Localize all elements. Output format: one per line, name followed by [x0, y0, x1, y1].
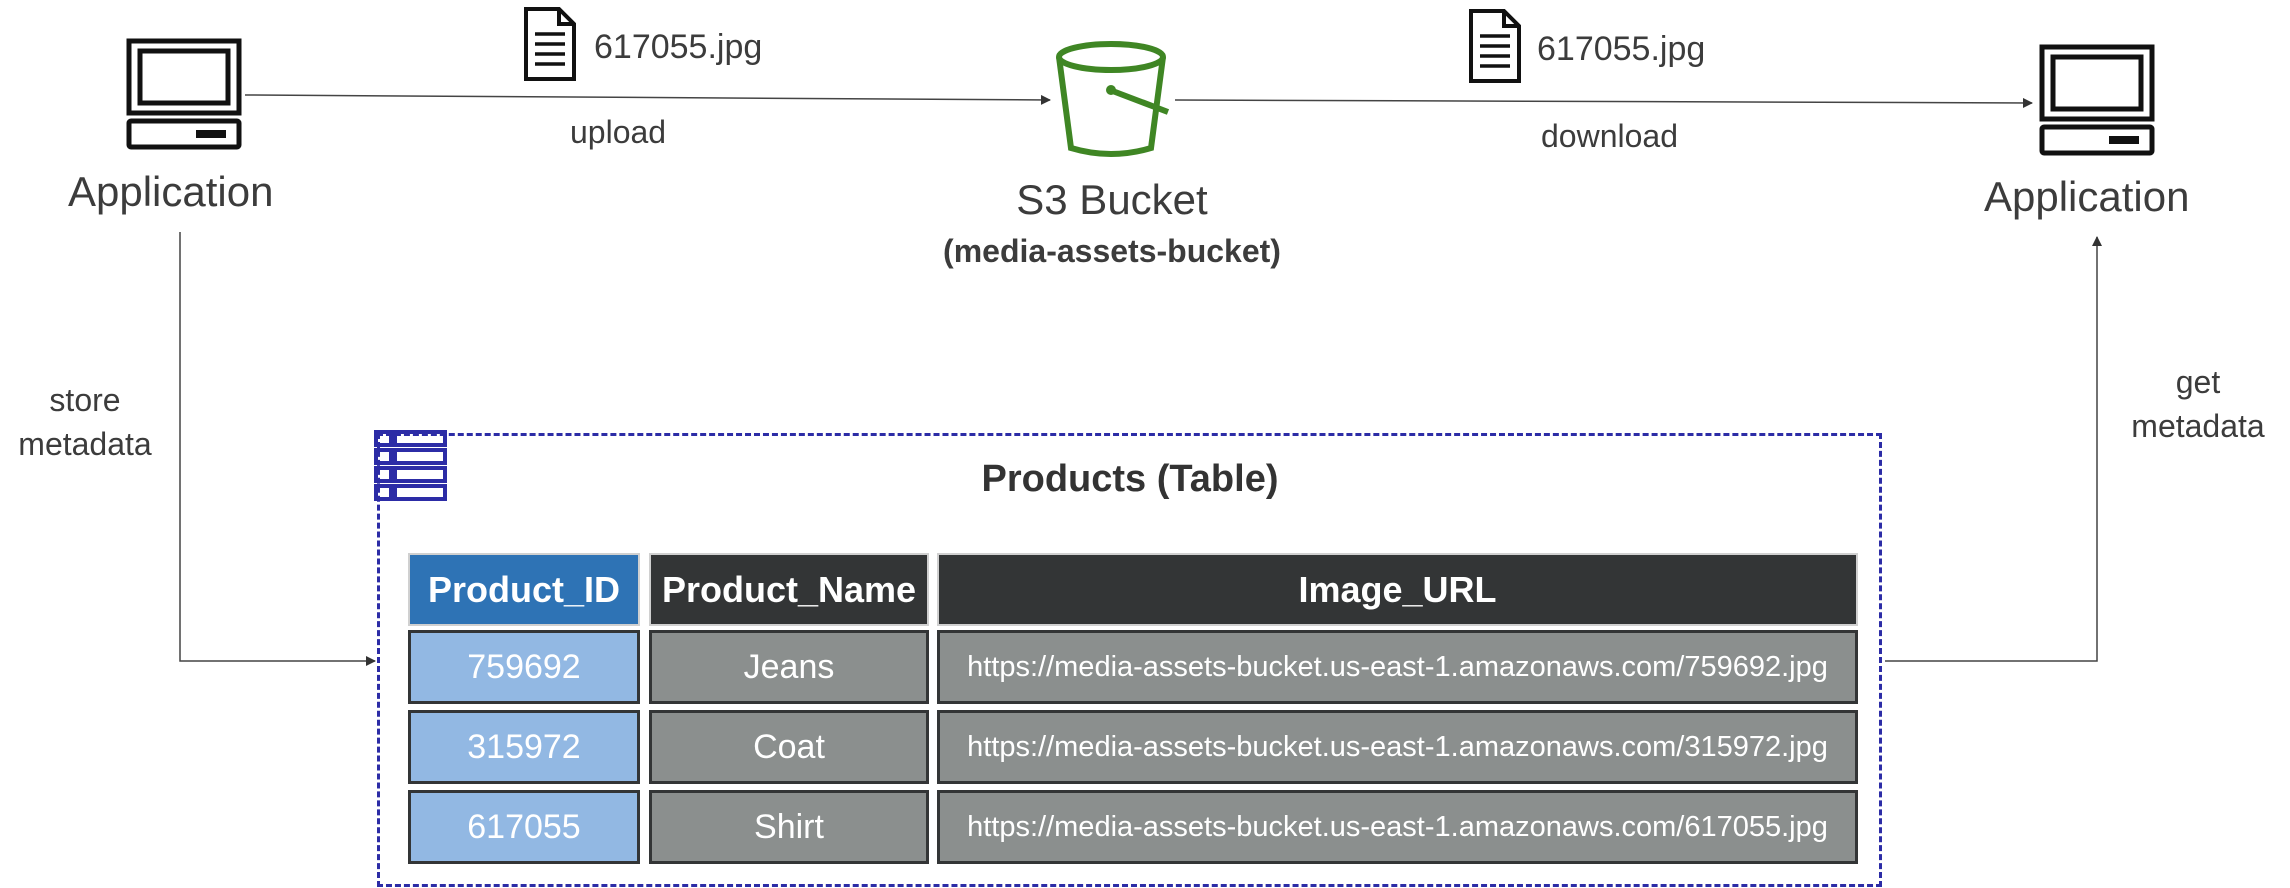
- store-metadata-line2: metadata: [18, 426, 152, 462]
- left-application-label: Application: [68, 168, 274, 215]
- download-file-name: 617055.jpg: [1537, 30, 1706, 68]
- get-metadata-arrow: [1885, 236, 2102, 662]
- header-product-name: Product_Name: [649, 553, 929, 626]
- header-image-url: Image_URL: [937, 553, 1858, 626]
- document-icon: [1469, 9, 1521, 83]
- upload-arrow: [244, 94, 1051, 105]
- get-metadata-line2: metadata: [2131, 408, 2265, 444]
- upload-file-name: 617055.jpg: [594, 28, 763, 66]
- store-metadata-arrow: [179, 232, 376, 666]
- get-metadata-label: get metadata: [2118, 360, 2278, 448]
- store-metadata-label: store metadata: [2, 378, 168, 466]
- document-icon: [524, 7, 576, 81]
- upload-label: upload: [570, 114, 667, 150]
- get-metadata-line1: get: [2175, 364, 2221, 400]
- table-title: Products (Table): [981, 458, 1279, 500]
- bucket-title: S3 Bucket: [1016, 176, 1208, 223]
- computer-icon: [2039, 44, 2155, 156]
- computer-icon: [126, 38, 242, 150]
- table-cell-product-name: Shirt: [649, 790, 929, 864]
- bucket-name: (media-assets-bucket): [943, 233, 1281, 269]
- table-cell-product-name: Coat: [649, 710, 929, 784]
- table-cell-product-id: 617055: [408, 790, 640, 864]
- header-product-id: Product_ID: [408, 553, 640, 626]
- table-cell-product-id: 315972: [408, 710, 640, 784]
- table-cell-product-id: 759692: [408, 630, 640, 704]
- table-cell-product-name: Jeans: [649, 630, 929, 704]
- store-metadata-line1: store: [49, 382, 121, 418]
- download-arrow: [1174, 97, 2033, 108]
- s3-bucket-icon: [1056, 41, 1170, 157]
- table-cell-image-url: https://media-assets-bucket.us-east-1.am…: [937, 790, 1858, 864]
- table-cell-image-url: https://media-assets-bucket.us-east-1.am…: [937, 630, 1858, 704]
- right-application-label: Application: [1984, 173, 2190, 220]
- download-label: download: [1541, 118, 1678, 154]
- table-icon: [374, 430, 447, 501]
- table-cell-image-url: https://media-assets-bucket.us-east-1.am…: [937, 710, 1858, 784]
